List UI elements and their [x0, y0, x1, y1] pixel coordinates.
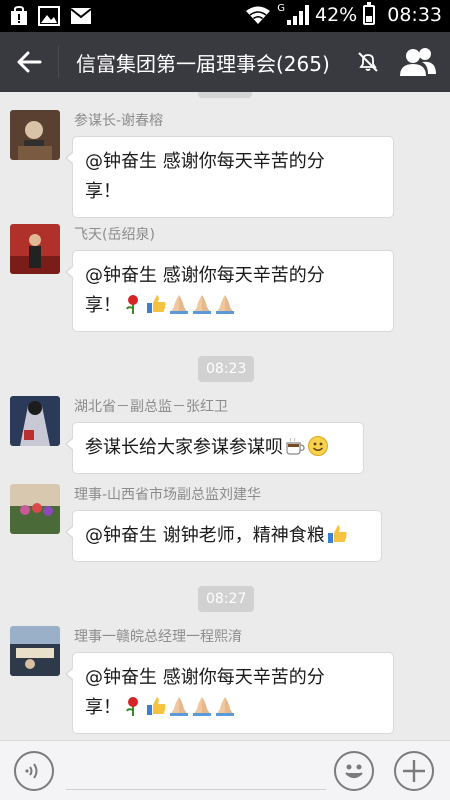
- signal-icon: [287, 5, 309, 25]
- pray-icon: [170, 697, 188, 716]
- mute-icon: [358, 52, 378, 72]
- pray-icon: [216, 697, 234, 716]
- emoji-button[interactable]: [334, 751, 374, 791]
- page-title: 信富集团第一届理事会(265): [76, 52, 330, 76]
- network-type-label: G: [277, 2, 285, 14]
- smile-icon: [308, 436, 328, 456]
- plus-icon: [403, 760, 425, 782]
- message-text-line: @钟奋生 感谢你每天辛苦的分: [85, 667, 325, 688]
- input-bar: [0, 740, 450, 800]
- avatar[interactable]: [10, 626, 60, 676]
- more-button[interactable]: [394, 751, 434, 791]
- message-text-line: 参谋长给大家参谋参谋呗: [85, 437, 283, 458]
- voice-button[interactable]: [14, 751, 54, 791]
- pray-icon: [170, 295, 188, 314]
- sender-name: 理事-山西省市场副总监刘建华: [74, 487, 262, 503]
- avatar[interactable]: [10, 484, 60, 534]
- group-members-icon[interactable]: [398, 46, 438, 78]
- chat-history[interactable]: 参谋长-谢春榕 @钟奋生 感谢你每天辛苦的分 享！ 飞天(岳绍泉) @钟奋生 感…: [0, 92, 450, 740]
- avatar[interactable]: [10, 396, 60, 446]
- avatar[interactable]: [10, 110, 60, 160]
- thumbs-up-icon: [147, 295, 166, 313]
- header-divider: [58, 46, 59, 78]
- chat-header: 信富集团第一届理事会(265): [0, 32, 450, 92]
- clock: 08:33: [387, 4, 442, 26]
- image-icon: [38, 6, 60, 26]
- message-bubble[interactable]: @钟奋生 感谢你每天辛苦的分 享！: [65, 136, 394, 218]
- message-text-line: @钟奋生 感谢你每天辛苦的分: [85, 151, 325, 172]
- message-bubble[interactable]: @钟奋生 感谢你每天辛苦的分 享！: [65, 250, 394, 332]
- message-bubble[interactable]: 参谋长给大家参谋参谋呗: [65, 422, 364, 474]
- time-chip-partial: [198, 92, 252, 98]
- message-text-line: 享！: [85, 295, 121, 316]
- voice-icon: [25, 763, 38, 779]
- message-text-line: @钟奋生 谢钟老师，精神食粮: [85, 525, 325, 546]
- thumbs-up-icon: [327, 525, 347, 543]
- sender-name: 参谋长-谢春榕: [74, 113, 164, 129]
- battery-icon: [363, 2, 376, 25]
- pray-icon: [193, 697, 211, 716]
- timestamp-chip: 08:27: [198, 586, 255, 612]
- rose-icon: [126, 295, 138, 314]
- status-bar: G 42% 08:33: [0, 0, 450, 32]
- rose-icon: [126, 697, 138, 716]
- back-arrow-icon[interactable]: [10, 44, 50, 80]
- message-input[interactable]: [66, 789, 326, 790]
- battery-percent: 42%: [315, 4, 358, 26]
- wifi-icon: [246, 6, 271, 24]
- mail-icon: [70, 8, 92, 24]
- timestamp-chip: 08:23: [198, 356, 255, 382]
- message-text-line: @钟奋生 感谢你每天辛苦的分: [85, 265, 325, 286]
- message-bubble[interactable]: @钟奋生 谢钟老师，精神食粮: [65, 510, 382, 562]
- message-text-line: 享！: [85, 697, 121, 718]
- avatar[interactable]: [10, 224, 60, 274]
- bag-warning-icon: [11, 6, 27, 25]
- message-text-line: 享！: [85, 181, 121, 202]
- emoji-icon: [345, 764, 363, 779]
- sender-name: 理事一赣皖总经理一程熙淯: [74, 629, 242, 645]
- sender-name: 飞天(岳绍泉): [74, 227, 155, 243]
- coffee-icon: [286, 437, 305, 455]
- sender-name: 湖北省－副总监－张红卫: [74, 399, 228, 415]
- pray-icon: [193, 295, 211, 314]
- pray-icon: [216, 295, 234, 314]
- message-bubble[interactable]: @钟奋生 感谢你每天辛苦的分 享！: [65, 652, 394, 734]
- thumbs-up-icon: [147, 697, 166, 715]
